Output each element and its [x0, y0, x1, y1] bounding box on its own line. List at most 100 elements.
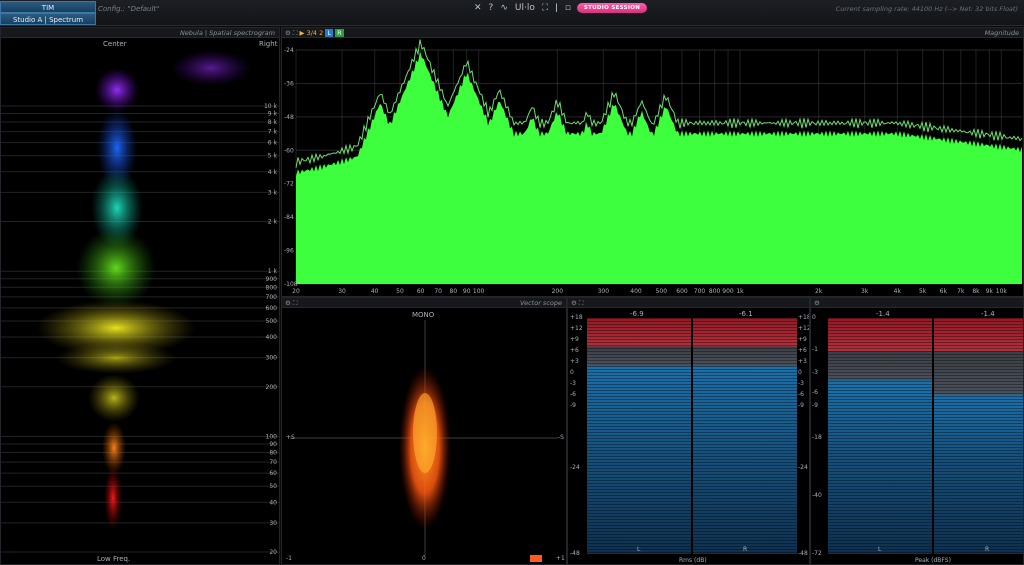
magnitude-freq-tick: 9k — [986, 288, 994, 295]
spatial-freq-tick: 6 k — [268, 140, 278, 147]
magnitude-freq-tick: 20 — [292, 288, 300, 295]
meter-scale-tick: +9 — [798, 336, 807, 343]
mono-label: MONO — [412, 311, 435, 319]
spatial-freq-tick: 900 — [266, 276, 278, 283]
spatial-freq-tick: 500 — [266, 318, 278, 325]
spatial-freq-tick: 7 k — [268, 129, 278, 136]
minus-one-label: -1 — [286, 555, 292, 562]
studio-session-badge[interactable]: STUDIO SESSION — [577, 3, 647, 13]
meter-scale-tick: -48 — [570, 550, 580, 557]
spatial-freq-tick: 30 — [269, 520, 277, 527]
spatial-spectrogram-plot: 10 k9 k8 k 7 k 6 k 5 k 4 k 3 k 2 k 1 k900800 700… — [1, 50, 279, 556]
peak-header-tools[interactable]: ⚙ — [814, 299, 820, 307]
magnitude-freq-tick: 50 — [396, 288, 404, 295]
magnitude-freq-tick: 80 — [450, 288, 458, 295]
rms-meter-panel: ⚙ ⛶ -6.9 -6.1 +18 +12 +9 +6 +3 0 -3 -6 -9 -24 -48 … — [567, 297, 810, 565]
peak-scale: 0 -1 -3 -6 -9 -18 -40 -72 — [812, 314, 828, 558]
rms-l-channel-label: L — [637, 546, 641, 553]
rms-bar-left — [587, 318, 691, 554]
magnitude-freq-tick: 5k — [919, 288, 927, 295]
meter-scale-tick: -6 — [570, 391, 576, 398]
spatial-freq-tick: 5 k — [268, 153, 278, 160]
peak-axis-title: Peak (dBFS) — [915, 557, 951, 564]
spatial-freq-tick: 20 — [269, 549, 277, 556]
peak-r-channel-label: R — [985, 546, 990, 553]
meter-scale-tick: +3 — [570, 358, 579, 365]
magnitude-freq-tick: 70 — [434, 288, 442, 295]
spatial-freq-tick: 600 — [266, 305, 278, 312]
meter-scale-tick: +9 — [570, 336, 579, 343]
settings-icon[interactable]: ⚙ — [814, 299, 820, 307]
wave-icon[interactable]: ∿ — [500, 3, 508, 13]
ui-io-icon[interactable]: Ul·lo — [515, 3, 535, 13]
minus-s-label: -S — [558, 434, 564, 441]
window-icon[interactable]: ▫ — [565, 3, 571, 13]
peak-panel-header: ⚙ — [811, 298, 1023, 308]
magnitude-db-tick: -108 — [284, 281, 298, 288]
spatial-freq-tick: 400 — [266, 334, 278, 341]
magnitude-freq-tick: 7k — [957, 288, 965, 295]
magnitude-freq-tick: 10k — [996, 288, 1008, 295]
peak-scale-tick: 0 — [812, 314, 816, 321]
meter-scale-tick: +6 — [570, 347, 579, 354]
rms-left-value: -6.9 — [630, 310, 644, 318]
rms-header-tools[interactable]: ⚙ ⛶ — [571, 299, 583, 308]
magnitude-freq-tick: 30 — [338, 288, 346, 295]
plus-s-label: +S — [286, 434, 295, 441]
meter-scale-tick: -9 — [798, 402, 804, 409]
spatial-spectrogram-panel: Nebula | Spatial spectrogram Center Righ… — [0, 27, 280, 565]
peak-meter-panel: ⚙ -1.4 -1.4 0 -1 -3 -6 -9 -18 -40 -72 L R Peak … — [810, 297, 1024, 565]
top-bar: TIM Studio A | Spectrum Config.: "Defaul… — [0, 0, 1024, 26]
spatial-freq-tick: 3 k — [268, 189, 278, 196]
rms-r-channel-label: R — [743, 546, 748, 553]
spatial-freq-tick: 8 k — [268, 119, 278, 126]
magnitude-freq-tick: 200 — [552, 288, 564, 295]
rms-bar-right — [693, 318, 797, 554]
meter-scale-tick: -9 — [570, 402, 576, 409]
peak-bar-right — [934, 318, 1023, 554]
magnitude-freq-tick: 6k — [940, 288, 948, 295]
meter-scale-tick: +12 — [798, 325, 810, 332]
magnitude-db-tick: -24 — [284, 47, 294, 54]
spatial-freq-tick: 60 — [269, 470, 277, 477]
meter-scale-tick: -24 — [570, 464, 580, 471]
spatial-freq-tick: 9 k — [268, 111, 278, 118]
meter-scale-tick: +18 — [570, 314, 583, 321]
zero-label: 0 — [422, 555, 426, 562]
peak-scale-tick: -9 — [812, 402, 818, 409]
spatial-freq-tick: 700 — [266, 294, 278, 301]
magnitude-db-tick: -96 — [284, 248, 294, 255]
peak-left-value: -1.4 — [876, 310, 890, 318]
magnitude-freq-tick: 3k — [861, 288, 869, 295]
spatial-freq-tick: 100 — [266, 433, 278, 440]
spatial-freq-tick: 90 — [269, 441, 277, 448]
spatial-freq-tick: 4 k — [268, 169, 278, 176]
magnitude-freq-tick: 300 — [598, 288, 610, 295]
magnitude-freq-tick: 800 — [709, 288, 721, 295]
spatial-freq-tick: 200 — [266, 384, 278, 391]
help-icon[interactable]: ? — [489, 3, 494, 13]
low-freq-label: Low Freq. — [97, 555, 131, 563]
magnitude-freq-tick: 500 — [656, 288, 668, 295]
session-tab-studio-spectrum[interactable]: Studio A | Spectrum — [0, 13, 96, 25]
fullscreen-icon[interactable]: ⛶ — [542, 3, 548, 13]
meter-scale-tick: 0 — [798, 369, 802, 376]
magnitude-freq-tick: 1k — [736, 288, 744, 295]
session-tab-tim[interactable]: TIM — [0, 1, 96, 13]
settings-icon[interactable]: ⚙ — [571, 299, 577, 307]
magnitude-db-tick: -36 — [284, 80, 294, 87]
peak-scale-tick: -40 — [812, 492, 822, 499]
close-icon[interactable]: ✕ — [474, 3, 482, 13]
magnitude-freq-tick: 8k — [972, 288, 980, 295]
meter-scale-tick: -24 — [798, 464, 808, 471]
expand-icon[interactable]: ⛶ — [579, 299, 584, 307]
meter-scale-tick: +3 — [798, 358, 807, 365]
peak-right-value: -1.4 — [981, 310, 995, 318]
rms-panel-header: ⚙ ⛶ — [568, 298, 809, 308]
magnitude-freq-tick: 40 — [371, 288, 379, 295]
spatial-freq-tick: 800 — [266, 284, 278, 291]
rms-axis-title: Rms (dB) — [679, 557, 707, 564]
meter-scale-tick: -3 — [570, 380, 576, 387]
vector-scope-plot — [290, 320, 558, 562]
separator-icon: ǀ — [555, 3, 558, 13]
